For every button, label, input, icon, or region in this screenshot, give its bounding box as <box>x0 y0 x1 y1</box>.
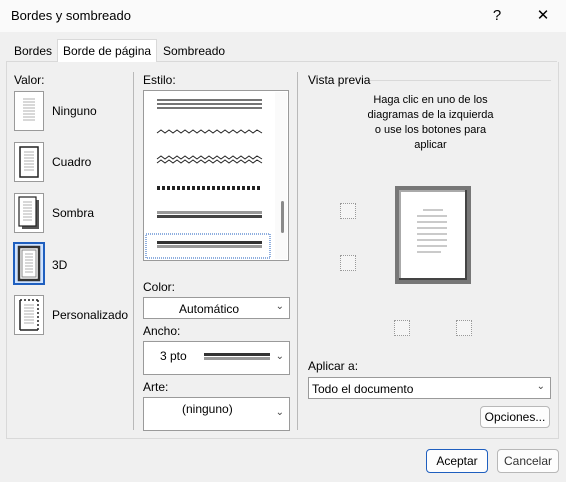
setting-shadow-label[interactable]: Sombra <box>52 206 94 220</box>
preview-page[interactable] <box>395 186 471 284</box>
box-page-icon <box>19 146 39 178</box>
color-value: Automático <box>179 302 240 316</box>
custom-page-icon <box>19 299 39 331</box>
options-button[interactable]: Opciones... <box>480 406 550 428</box>
preview-heading-rule <box>370 80 551 81</box>
setting-custom-icon[interactable] <box>14 295 44 335</box>
width-label: Ancho: <box>143 324 181 338</box>
preview-text-lines <box>417 209 447 253</box>
chevron-down-icon: ⌄ <box>536 381 545 392</box>
style-listbox[interactable] <box>143 90 289 261</box>
left-border-button[interactable] <box>394 320 410 336</box>
shadow-page-icon <box>18 196 39 229</box>
apply-value: Todo el documento <box>312 382 414 396</box>
setting-custom-label[interactable]: Personalizado <box>52 308 128 322</box>
setting-3d-icon[interactable] <box>13 242 45 285</box>
color-label: Color: <box>143 280 176 294</box>
apply-label: Aplicar a: <box>308 359 359 373</box>
setting-none-icon[interactable] <box>14 91 44 131</box>
art-dropdown[interactable]: (ninguno) ⌄ <box>143 397 290 431</box>
art-label: Arte: <box>143 380 169 394</box>
setting-shadow-icon[interactable] <box>14 193 44 233</box>
chevron-down-icon: ⌄ <box>275 351 284 362</box>
right-border-button[interactable] <box>456 320 472 336</box>
3d-page-icon <box>17 245 41 282</box>
tab-borde-de-pagina[interactable]: Borde de página <box>57 39 158 63</box>
top-border-button[interactable] <box>340 203 356 219</box>
close-button[interactable]: ✕ <box>520 0 566 32</box>
color-dropdown[interactable]: Automático ⌄ <box>143 297 290 319</box>
style-option-double[interactable] <box>157 99 262 109</box>
style-scrollbar[interactable] <box>275 92 287 259</box>
cancel-button[interactable]: Cancelar <box>497 449 559 473</box>
style-heading: Estilo: <box>143 73 176 87</box>
accept-button[interactable]: Aceptar <box>426 449 488 473</box>
column-divider-right <box>297 72 298 430</box>
window-title: Bordes y sombreado <box>11 8 131 23</box>
setting-3d-label[interactable]: 3D <box>52 258 67 272</box>
tab-bordes[interactable]: Bordes <box>9 42 57 61</box>
chevron-down-icon: ⌄ <box>275 407 284 418</box>
style-option-embossed[interactable] <box>157 211 262 218</box>
setting-heading: Valor: <box>14 73 45 87</box>
setting-box-label[interactable]: Cuadro <box>52 155 91 169</box>
style-scrollbar-thumb[interactable] <box>281 201 284 233</box>
preview-heading: Vista previa <box>308 73 371 87</box>
art-value: (ninguno) <box>182 402 233 416</box>
bottom-border-button[interactable] <box>340 255 356 271</box>
width-dropdown[interactable]: 3 pto ⌄ <box>143 341 290 375</box>
style-option-wave[interactable] <box>156 129 263 134</box>
apply-dropdown[interactable]: Todo el documento ⌄ <box>308 377 551 399</box>
setting-none-label[interactable]: Ninguno <box>52 104 97 118</box>
width-line-preview <box>204 353 270 360</box>
help-button[interactable]: ? <box>474 0 520 32</box>
width-value: 3 pto <box>160 349 187 363</box>
style-option-3d-selected[interactable] <box>145 233 271 259</box>
lines-icon <box>23 98 35 121</box>
style-option-double-wave[interactable] <box>156 155 263 164</box>
column-divider-left <box>133 72 134 430</box>
chevron-down-icon: ⌄ <box>275 301 284 312</box>
tab-sombreado[interactable]: Sombreado <box>158 42 230 61</box>
style-options-graphic <box>145 99 271 259</box>
setting-box-icon[interactable] <box>14 142 44 182</box>
preview-instructions: Haga clic en uno de los diagramas de la … <box>367 94 494 151</box>
